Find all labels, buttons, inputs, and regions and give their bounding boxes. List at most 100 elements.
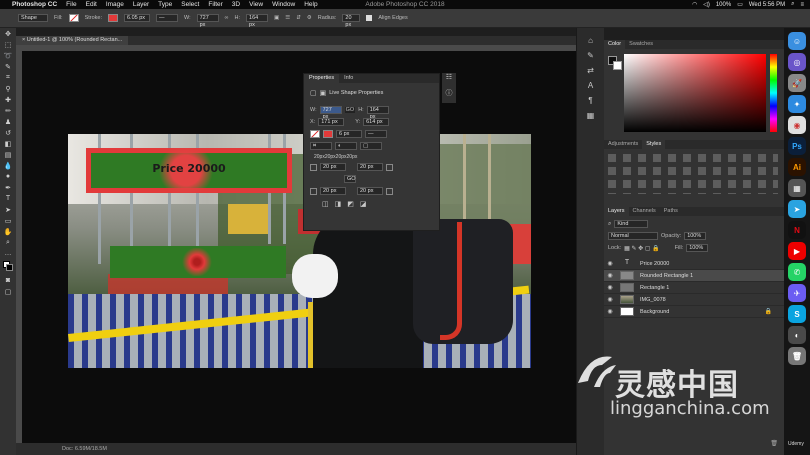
- menu-help[interactable]: Help: [304, 1, 317, 8]
- menu-select[interactable]: Select: [181, 1, 199, 8]
- siri-icon[interactable]: ◎: [788, 53, 806, 71]
- layer-row[interactable]: ◉ Rounded Rectangle 1: [604, 270, 784, 282]
- eye-icon[interactable]: ◉: [604, 260, 616, 267]
- prop-align-select[interactable]: ⌗: [310, 142, 332, 150]
- libraries-icon[interactable]: ▦: [577, 111, 604, 120]
- menu-3d[interactable]: 3D: [232, 1, 240, 8]
- fill-swatch[interactable]: [68, 14, 79, 22]
- tab-swatches[interactable]: Swatches: [625, 40, 657, 49]
- safari-icon[interactable]: ✦: [788, 95, 806, 113]
- battery-icon[interactable]: ▭: [737, 1, 743, 8]
- menu-window[interactable]: Window: [272, 1, 295, 8]
- gradient-tool-icon[interactable]: ▤: [0, 149, 16, 160]
- stroke-width-input[interactable]: 6.05 px: [124, 14, 150, 22]
- tab-adjustments[interactable]: Adjustments: [604, 140, 642, 149]
- prop-link-icon[interactable]: GO: [344, 107, 356, 113]
- zoom-tool-icon[interactable]: ⌕: [0, 237, 16, 248]
- hue-slider[interactable]: [770, 54, 777, 132]
- prop-width-input[interactable]: 727 px: [319, 106, 342, 120]
- eye-icon[interactable]: ◉: [604, 308, 616, 315]
- layer-row[interactable]: ◉ T Price 20000: [604, 258, 784, 270]
- path-arrange-icon[interactable]: ⇵: [296, 15, 301, 21]
- height-input[interactable]: 164 px: [246, 14, 269, 28]
- path-align-icon[interactable]: ☰: [285, 15, 290, 21]
- layer-filter-select[interactable]: Kind: [614, 220, 649, 228]
- layer-row[interactable]: ◉ Background 🔒: [604, 306, 784, 318]
- brush-tool-icon[interactable]: ✏: [0, 105, 16, 116]
- spotlight-icon[interactable]: ⌕: [791, 1, 794, 8]
- photoshop-icon[interactable]: Ps: [788, 137, 806, 155]
- color-field[interactable]: [624, 54, 766, 132]
- tab-properties[interactable]: Properties: [304, 74, 340, 83]
- document-tab[interactable]: × Untitled-1 @ 100% (Rounded Rectan...: [16, 36, 129, 45]
- path-select-icon[interactable]: ➤: [0, 204, 16, 215]
- corner-bl-input[interactable]: 20 px: [320, 187, 346, 195]
- price-text-layer[interactable]: Price 20000: [86, 162, 292, 175]
- menu-image[interactable]: Image: [106, 1, 124, 8]
- corner-tl-input[interactable]: 20 px: [320, 163, 346, 171]
- trash-icon[interactable]: 🗑: [770, 441, 778, 447]
- quick-select-icon[interactable]: ✎: [0, 61, 16, 72]
- blend-mode-select[interactable]: Normal: [608, 232, 658, 240]
- list-icon[interactable]: ≡: [800, 2, 804, 8]
- paragraph-icon[interactable]: ¶: [577, 96, 604, 105]
- tab-styles[interactable]: Styles: [642, 140, 666, 149]
- prop-fill-swatch[interactable]: [310, 130, 320, 138]
- dodge-tool-icon[interactable]: ●: [0, 171, 16, 182]
- lock-icons[interactable]: ▦ ✎ ✥ ▢ 🔒: [624, 245, 660, 252]
- chrome-icon[interactable]: ◉: [788, 116, 806, 134]
- menu-type[interactable]: Type: [158, 1, 172, 8]
- pen-tool-icon[interactable]: ✒: [0, 182, 16, 193]
- path-ops-icon[interactable]: ▣: [274, 15, 279, 21]
- illustrator-icon[interactable]: Ai: [788, 158, 806, 176]
- move-tool-icon[interactable]: ✥: [0, 28, 16, 39]
- menu-filter[interactable]: Filter: [208, 1, 222, 8]
- eraser-icon[interactable]: ◧: [0, 138, 16, 149]
- document-image[interactable]: Price 20000: [68, 134, 531, 368]
- history-brush-icon[interactable]: ↺: [0, 127, 16, 138]
- opacity-input[interactable]: 100%: [684, 232, 707, 240]
- properties-panel-icon[interactable]: ☷: [442, 73, 456, 88]
- menu-layer[interactable]: Layer: [133, 1, 149, 8]
- layer-row[interactable]: ◉ Rectangle 1: [604, 282, 784, 294]
- background-swatch[interactable]: [613, 61, 622, 70]
- eye-icon[interactable]: ◉: [604, 272, 616, 279]
- color-swatches[interactable]: [0, 259, 16, 275]
- prop-height-input[interactable]: 164 px: [366, 106, 389, 120]
- tab-paths[interactable]: Paths: [660, 207, 682, 216]
- brush-settings-icon[interactable]: ✎: [577, 51, 604, 60]
- radius-input[interactable]: 20 px: [342, 14, 361, 28]
- path-subtract-icon[interactable]: ◨: [335, 200, 342, 208]
- skype-icon[interactable]: S: [788, 305, 806, 323]
- menu-view[interactable]: View: [249, 1, 263, 8]
- volume-icon[interactable]: ◁): [703, 1, 710, 8]
- type-tool-icon[interactable]: T: [0, 193, 16, 204]
- history-icon[interactable]: ⌂: [577, 36, 604, 45]
- app-icon-2[interactable]: ◐: [788, 326, 806, 344]
- eye-icon[interactable]: ◉: [604, 296, 616, 303]
- tab-layers[interactable]: Layers: [604, 207, 629, 216]
- prop-caps-select[interactable]: ◐: [335, 142, 357, 150]
- corner-link-button[interactable]: GO: [344, 175, 356, 183]
- wifi-icon[interactable]: ◠: [692, 1, 697, 8]
- marquee-tool-icon[interactable]: ⬚: [0, 39, 16, 50]
- prop-x-input[interactable]: 171 px: [318, 118, 345, 126]
- character-icon[interactable]: A: [577, 81, 604, 90]
- path-unite-icon[interactable]: ◫: [322, 200, 329, 208]
- launchpad-icon[interactable]: 🚀: [788, 74, 806, 92]
- tab-info[interactable]: Info: [339, 74, 358, 83]
- layer-row[interactable]: ◉ IMG_0078: [604, 294, 784, 306]
- netflix-icon[interactable]: N: [788, 221, 806, 239]
- finder-icon[interactable]: ☺: [788, 32, 806, 50]
- more-tools-icon[interactable]: …: [0, 248, 16, 259]
- stroke-type-select[interactable]: —: [156, 14, 178, 22]
- telegram-icon[interactable]: ➤: [788, 200, 806, 218]
- path-intersect-icon[interactable]: ◩: [347, 200, 354, 208]
- messenger-icon[interactable]: ✈: [788, 284, 806, 302]
- close-icon[interactable]: ×: [22, 37, 25, 43]
- stamp-tool-icon[interactable]: ♟: [0, 116, 16, 127]
- prop-stroke-size[interactable]: 6 px: [336, 130, 362, 138]
- shape-mode-select[interactable]: Shape: [18, 14, 48, 22]
- youtube-icon[interactable]: ▶: [788, 242, 806, 260]
- stroke-swatch[interactable]: [108, 14, 118, 22]
